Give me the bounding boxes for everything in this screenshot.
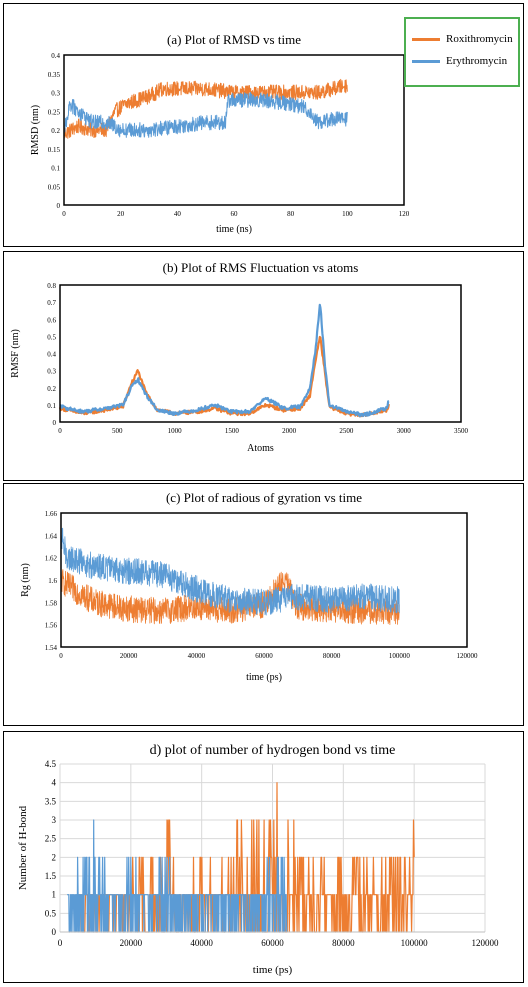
x-tick-label: 0 (62, 210, 66, 218)
y-tick-label: 4 (52, 778, 57, 788)
chart-title: (a) Plot of RMSD vs time (167, 32, 301, 47)
x-tick-label: 1500 (225, 427, 240, 435)
y-tick-label: 0.5 (47, 333, 56, 341)
chart-title: d) plot of number of hydrogen bond vs ti… (150, 743, 396, 758)
x-tick-label: 120000 (472, 938, 500, 948)
legend-label-roxithromycin: Roxithromycin (446, 33, 513, 45)
y-tick-label: 1.66 (45, 510, 58, 518)
x-tick-label: 20000 (120, 652, 138, 660)
legend-item-erythromycin: Erythromycin (412, 55, 507, 67)
x-tick-label: 120 (399, 210, 410, 218)
y-tick-label: 0.4 (51, 52, 60, 60)
y-axis-label: RMSD (nm) (30, 105, 41, 155)
legend-item-roxithromycin: Roxithromycin (412, 33, 513, 45)
x-tick-label: 120000 (457, 652, 479, 660)
x-tick-label: 80000 (332, 938, 355, 948)
y-axis-label: Number of H-bond (17, 805, 29, 890)
legend: Roxithromycin Erythromycin (404, 17, 520, 87)
y-tick-label: 0.15 (48, 146, 61, 154)
y-tick-label: 1 (52, 890, 57, 900)
x-tick-label: 100000 (389, 652, 411, 660)
plot-frame (59, 284, 462, 423)
y-tick-label: 0.35 (48, 71, 61, 79)
x-tick-label: 40000 (190, 938, 213, 948)
x-tick-label: 60000 (255, 652, 273, 660)
y-tick-label: 0.4 (47, 351, 56, 359)
y-tick-label: 3 (52, 815, 57, 825)
chart-title: (c) Plot of radious of gyration vs time (166, 490, 362, 505)
y-tick-label: 1.56 (45, 622, 58, 630)
y-tick-label: 3.5 (45, 796, 57, 806)
y-tick-label: 0.2 (51, 127, 60, 135)
x-tick-label: 80 (287, 210, 295, 218)
x-axis-label: time (ns) (216, 224, 252, 235)
y-tick-label: 0.3 (51, 90, 60, 98)
x-tick-label: 40000 (188, 652, 206, 660)
y-tick-label: 1.58 (45, 599, 58, 607)
y-tick-label: 0.2 (47, 385, 56, 393)
y-tick-label: 0 (57, 202, 61, 210)
x-axis-label: Atoms (247, 443, 274, 454)
x-tick-label: 3500 (454, 427, 469, 435)
series-line-erythromycin (59, 303, 390, 418)
y-tick-label: 1.64 (45, 532, 58, 540)
x-tick-label: 40 (174, 210, 182, 218)
x-tick-label: 60000 (261, 938, 284, 948)
y-tick-label: 0.5 (45, 908, 57, 918)
chart-c-radius-of-gyration: (c) Plot of radious of gyration vs time 0… (20, 490, 479, 683)
x-tick-label: 0 (59, 652, 63, 660)
y-tick-label: 2.5 (45, 834, 57, 844)
x-tick-label: 80000 (323, 652, 341, 660)
x-tick-label: 0 (58, 938, 63, 948)
y-axis-label: RMSF (nm) (10, 329, 21, 378)
chart-title: (b) Plot of RMS Fluctuation vs atoms (163, 260, 359, 275)
legend-swatch-erythromycin (412, 59, 440, 63)
series-line-roxithromycin (58, 335, 390, 418)
y-tick-label: 1.62 (45, 555, 58, 563)
y-tick-label: 0.8 (47, 282, 56, 290)
x-tick-label: 20000 (120, 938, 143, 948)
y-tick-label: 0 (53, 419, 57, 427)
x-tick-label: 1000 (168, 427, 183, 435)
x-axis-label: time (ps) (246, 672, 282, 683)
y-tick-label: 2 (52, 852, 57, 862)
y-tick-label: 0.1 (51, 165, 60, 173)
x-axis-label: time (ps) (253, 964, 293, 976)
x-tick-label: 60 (231, 210, 239, 218)
y-tick-label: 0.6 (47, 316, 56, 324)
y-tick-label: 1.5 (45, 871, 57, 881)
y-tick-label: 0.1 (47, 402, 56, 410)
y-axis-label: Rg (nm) (20, 563, 31, 597)
y-tick-label: 0.05 (48, 183, 61, 191)
plot-frame (60, 512, 468, 648)
x-tick-label: 3000 (397, 427, 412, 435)
x-tick-label: 500 (112, 427, 123, 435)
x-tick-label: 0 (58, 427, 62, 435)
legend-label-erythromycin: Erythromycin (446, 55, 508, 67)
chart-d-hydrogen-bonds: d) plot of number of hydrogen bond vs ti… (17, 743, 500, 976)
chart-b-rmsf: (b) Plot of RMS Fluctuation vs atoms 0 500… (10, 260, 469, 454)
x-tick-label: 2500 (339, 427, 354, 435)
x-tick-label: 2000 (282, 427, 297, 435)
x-tick-label: 100000 (401, 938, 429, 948)
legend-swatch-roxithromycin (412, 37, 440, 41)
y-tick-label: 4.5 (45, 759, 57, 769)
y-tick-label: 1.6 (48, 577, 57, 585)
y-tick-label: 0.3 (47, 368, 56, 376)
x-tick-label: 100 (342, 210, 353, 218)
y-tick-label: 1.54 (45, 644, 58, 652)
y-tick-label: 0.7 (47, 299, 56, 307)
x-tick-label: 20 (117, 210, 125, 218)
y-tick-label: 0.25 (48, 108, 61, 116)
y-tick-label: 0 (52, 927, 57, 937)
